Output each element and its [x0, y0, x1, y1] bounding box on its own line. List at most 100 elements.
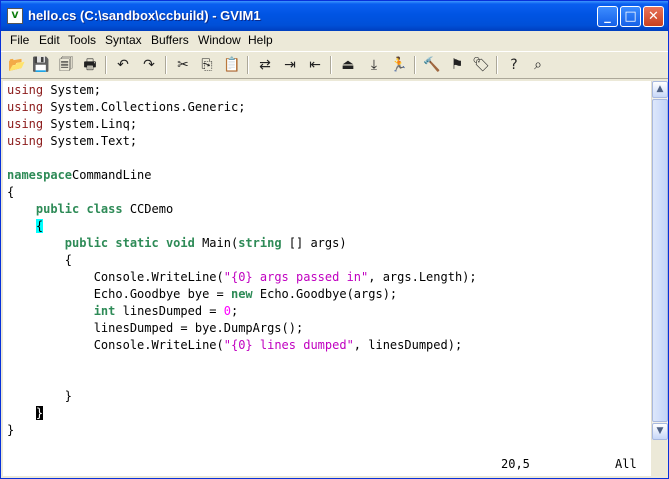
code-token: Console.WriteLine(	[7, 270, 224, 284]
code-line: public static void Main(string [] args)	[7, 235, 347, 252]
make-icon[interactable]: 🔨	[422, 55, 442, 75]
code-line: using System;	[7, 82, 101, 99]
code-token: public class	[35, 202, 123, 216]
window-title: hello.cs (C:\sandbox\ccbuild) - GVIM1	[28, 8, 261, 23]
code-token: namespace	[7, 168, 73, 182]
menu-file[interactable]: File	[10, 33, 29, 47]
find-prev-icon[interactable]: ⇤	[305, 55, 325, 75]
paste-icon[interactable]: 📋	[222, 55, 242, 75]
code-token: using	[7, 83, 44, 97]
undo-icon[interactable]: ↶	[113, 55, 133, 75]
scroll-thumb[interactable]	[652, 99, 668, 422]
code-token: System.Linq;	[43, 117, 138, 131]
run-script-icon[interactable]: 🏃	[389, 55, 409, 75]
text-cursor: }	[35, 406, 44, 420]
maximize-button[interactable]: □	[620, 6, 641, 27]
text-editor[interactable]: using System; using System.Collections.Ge…	[3, 81, 651, 454]
code-token: , args.Length);	[368, 270, 477, 284]
code-line: using System.Text;	[7, 133, 137, 150]
scroll-up-button[interactable]: ▲	[652, 81, 668, 98]
code-line: }	[7, 388, 72, 405]
replace-icon[interactable]: ⇄	[255, 55, 275, 75]
scroll-down-button[interactable]: ▼	[652, 423, 668, 440]
menu-buffers[interactable]: Buffers	[151, 33, 189, 47]
code-token: {	[35, 219, 44, 233]
code-token: }	[7, 423, 15, 437]
code-token: {	[7, 185, 15, 199]
code-token: }	[7, 389, 73, 403]
code-line: {	[7, 252, 72, 269]
code-token: "{0} lines dumped"	[223, 338, 354, 352]
code-token: using	[7, 117, 44, 131]
menu-tools[interactable]: Tools	[68, 33, 96, 47]
toolbar-separator	[330, 56, 332, 74]
code-line: Console.WriteLine("{0} lines dumped", li…	[7, 337, 462, 354]
close-button[interactable]: ✕	[643, 6, 664, 27]
redo-icon[interactable]: ↷	[139, 55, 159, 75]
code-line: using System.Linq;	[7, 116, 137, 133]
cursor-position: 20,5	[501, 457, 530, 471]
code-line: linesDumped = bye.DumpArgs();	[7, 320, 304, 337]
menu-help[interactable]: Help	[248, 33, 273, 47]
code-line: namespaceCommandLine	[7, 167, 152, 184]
scroll-indicator: All	[615, 457, 637, 471]
vim-icon[interactable]: V	[7, 8, 23, 24]
copy-icon[interactable]: ⎘	[197, 55, 217, 75]
toolbar-separator	[414, 56, 416, 74]
code-token: public static void	[64, 236, 195, 250]
save-icon[interactable]: 💾	[31, 55, 51, 75]
code-token: new	[230, 287, 253, 301]
title-bar[interactable]: V hello.cs (C:\sandbox\ccbuild) - GVIM1 …	[1, 1, 668, 31]
code-token: [] args)	[281, 236, 347, 250]
code-line: int linesDumped = 0;	[7, 303, 239, 320]
code-token: CCDemo	[122, 202, 174, 216]
save-session-icon[interactable]: ⤓	[364, 55, 384, 75]
code-token: int	[93, 304, 116, 318]
toolbar-separator	[165, 56, 167, 74]
code-token: Echo.Goodbye(args);	[252, 287, 398, 301]
code-line: using System.Collections.Generic;	[7, 99, 245, 116]
code-token: System;	[43, 83, 101, 97]
minimize-button[interactable]: _	[597, 6, 618, 27]
code-line: Console.WriteLine("{0} args passed in", …	[7, 269, 477, 286]
code-token: , linesDumped);	[353, 338, 463, 352]
build-tags-icon[interactable]: ⚑	[447, 55, 467, 75]
code-token: ;	[231, 304, 239, 318]
code-token: {	[7, 253, 73, 267]
code-line: {	[7, 218, 44, 235]
code-token: linesDumped = bye.DumpArgs();	[7, 321, 304, 335]
menu-syntax[interactable]: Syntax	[105, 33, 142, 47]
find-help-icon[interactable]: ⌕	[528, 55, 548, 75]
cut-icon[interactable]: ✂	[173, 55, 193, 75]
code-line: {	[7, 184, 14, 201]
code-token: System.Collections.Generic;	[43, 100, 246, 114]
menu-bar: File Edit Tools Syntax Buffers Window He…	[1, 31, 668, 51]
help-icon[interactable]: ?	[504, 55, 524, 75]
open-icon[interactable]: 📂	[7, 55, 27, 75]
jump-tag-icon[interactable]: 🏷	[471, 55, 491, 75]
toolbar-separator	[496, 56, 498, 74]
code-token: using	[7, 134, 44, 148]
code-token: linesDumped =	[115, 304, 224, 318]
toolbar-separator	[247, 56, 249, 74]
status-line: 20,5 All	[3, 454, 651, 476]
code-token: using	[7, 100, 44, 114]
vertical-scrollbar[interactable]: ▲ ▼	[651, 81, 668, 440]
code-token: 0	[223, 304, 231, 318]
load-session-icon[interactable]: ⏏	[338, 55, 358, 75]
save-all-icon[interactable]: 🗐	[56, 55, 76, 75]
code-line: }	[7, 422, 14, 439]
menu-edit[interactable]: Edit	[39, 33, 60, 47]
code-line: Echo.Goodbye bye = new Echo.Goodbye(args…	[7, 286, 397, 303]
menu-window[interactable]: Window	[198, 33, 241, 47]
gvim-window: V hello.cs (C:\sandbox\ccbuild) - GVIM1 …	[0, 0, 669, 479]
code-token: System.Text;	[43, 134, 138, 148]
print-icon[interactable]: 🖶	[80, 55, 100, 75]
code-token: Console.WriteLine(	[7, 338, 224, 352]
find-next-icon[interactable]: ⇥	[280, 55, 300, 75]
